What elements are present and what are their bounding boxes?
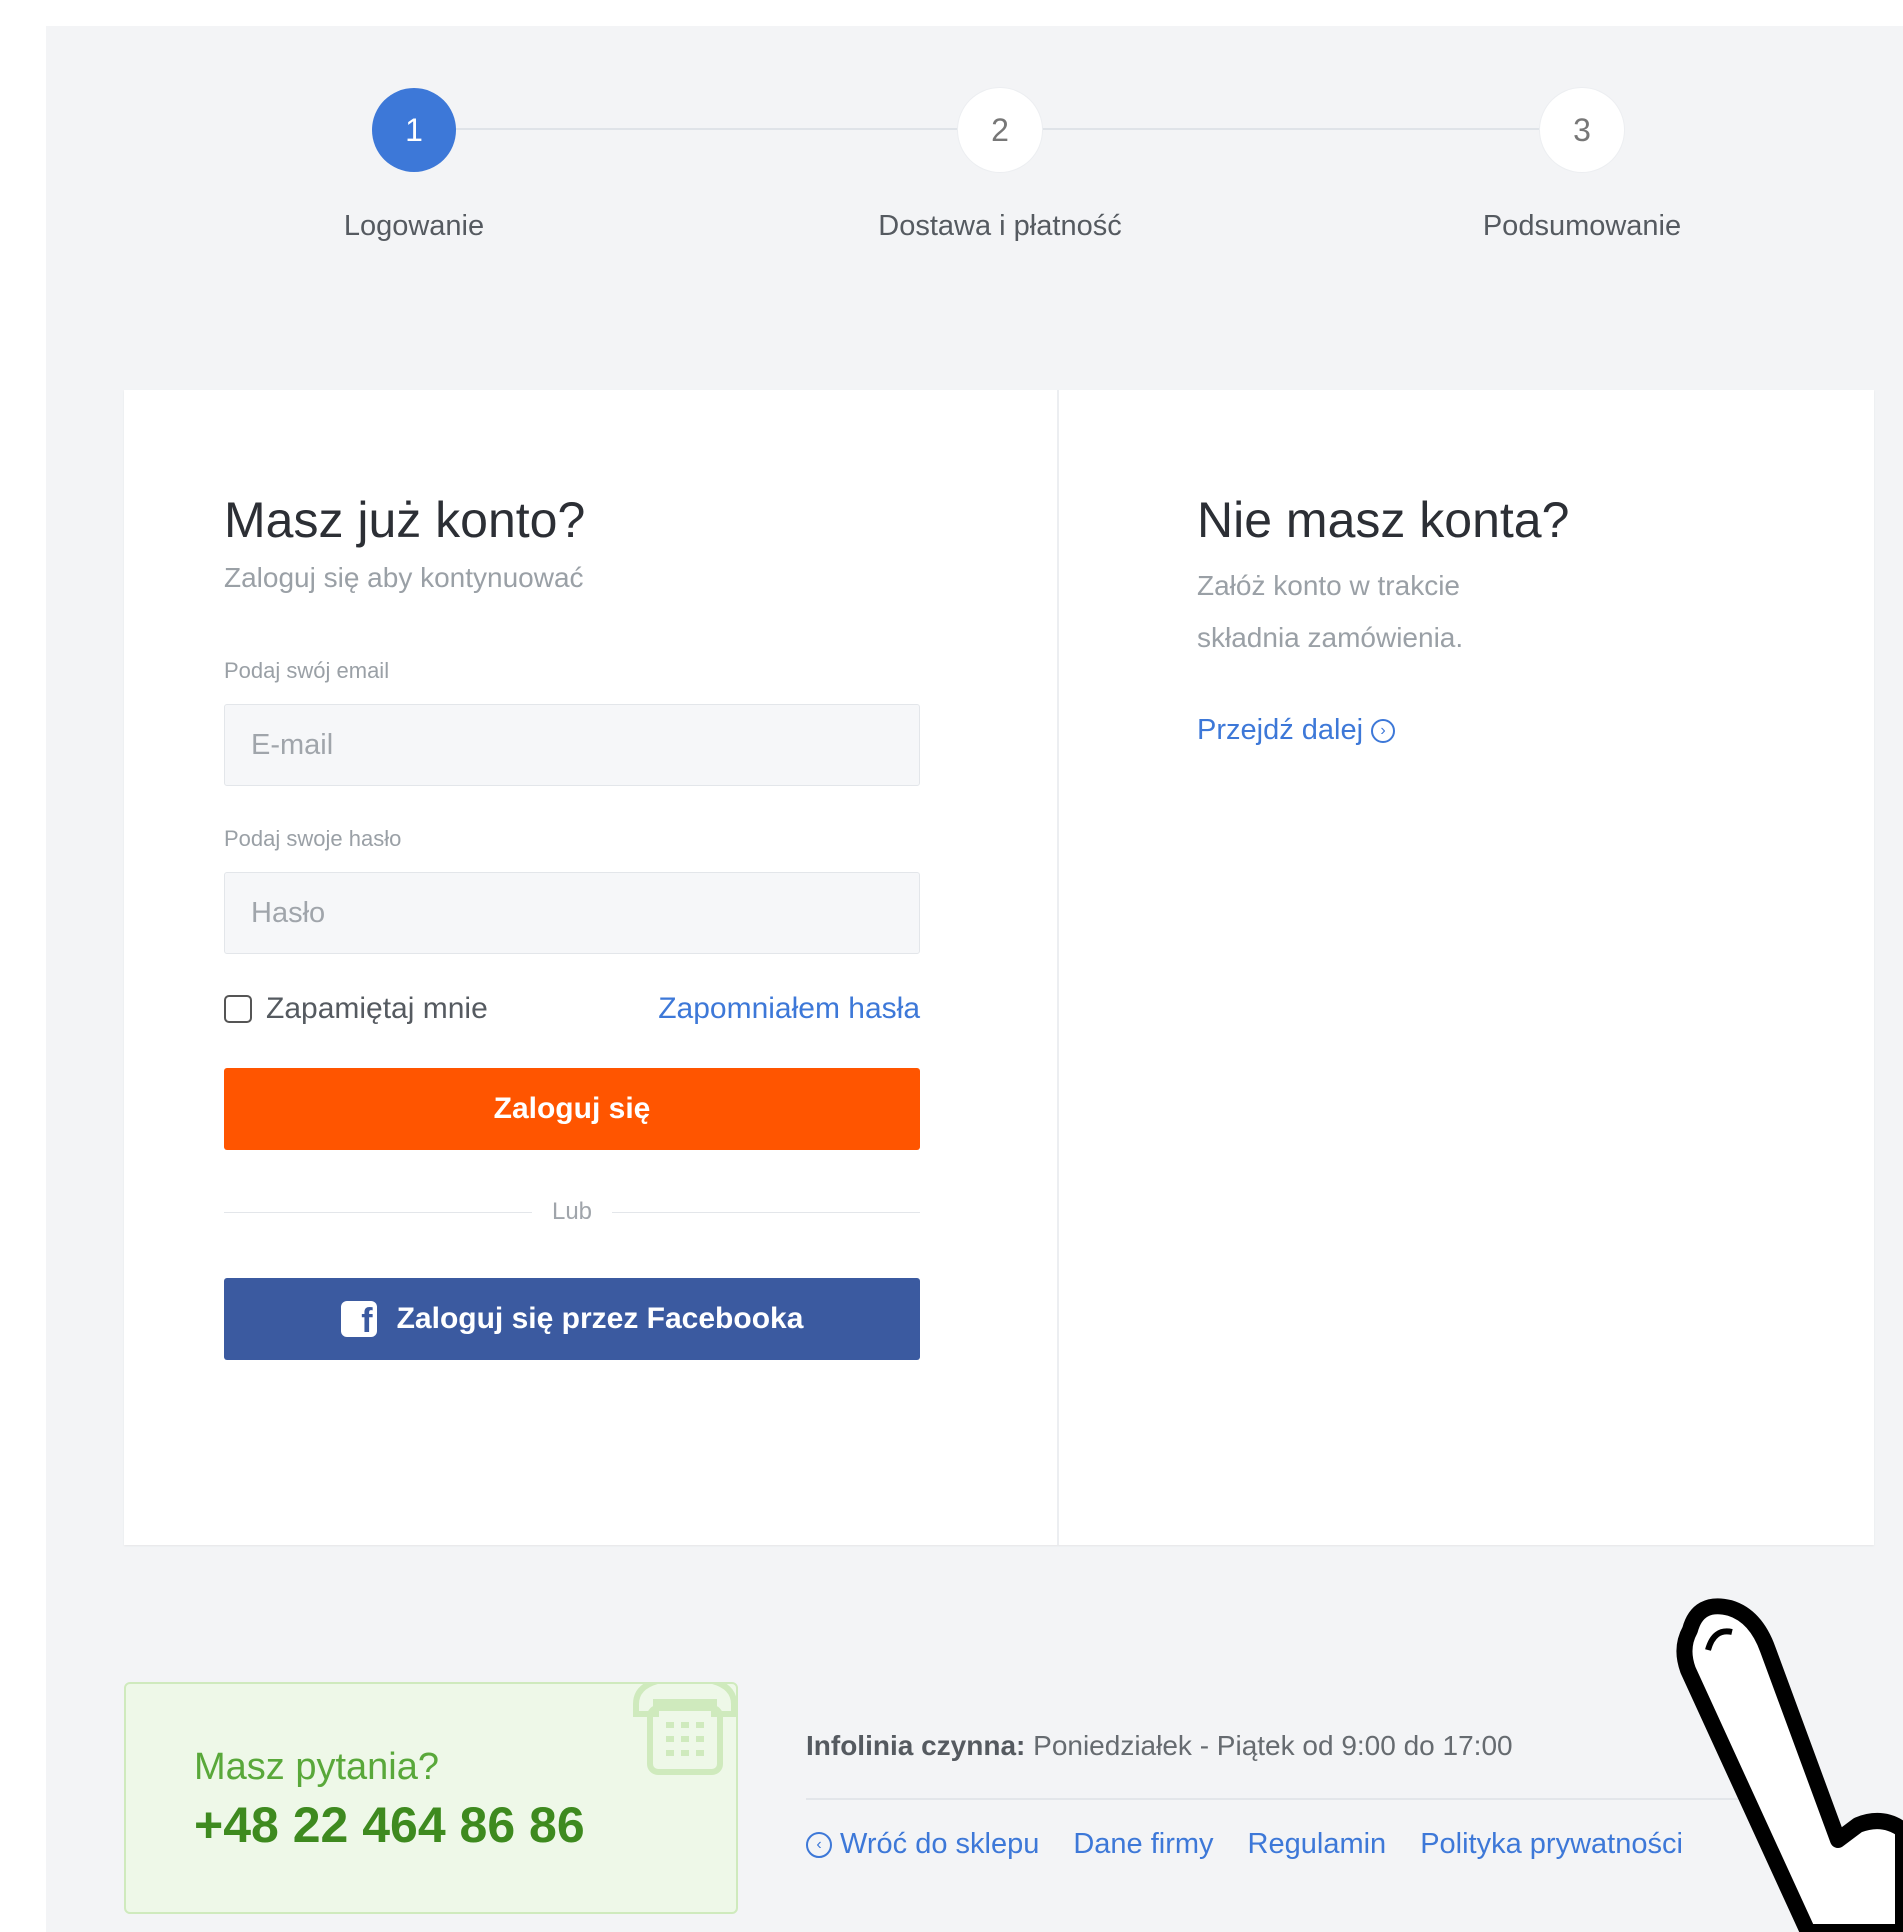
or-separator: Lub (224, 1198, 921, 1226)
arrow-right-circle-icon: › (1371, 718, 1396, 743)
phone-icon (633, 1684, 736, 1775)
or-label: Lub (551, 1198, 593, 1225)
or-line-right (612, 1211, 921, 1213)
infoline-label: Infolinia czynna: (806, 1730, 1026, 1761)
continue-label: Przejdź dalej (1197, 714, 1364, 746)
register-section: Nie masz konta? Załóż konto w trakcie sk… (1197, 490, 1797, 747)
footer-divider (806, 1798, 1766, 1800)
infoline: Infolinia czynna: Poniedziałek - Piątek … (806, 1730, 1513, 1762)
card-divider (1057, 390, 1059, 1545)
privacy-policy-link[interactable]: Polityka prywatności (1420, 1828, 1683, 1861)
email-label: Podaj swój email (224, 658, 390, 683)
hand-cursor-icon (1676, 1598, 1903, 1932)
step-connector (456, 128, 960, 130)
checkout-card: Masz już konto? Zaloguj się aby kontynuo… (124, 390, 1874, 1545)
help-box: Masz pytania? +48 22 464 86 86 (124, 1682, 738, 1914)
back-to-shop-link[interactable]: ‹ Wróć do sklepu (806, 1828, 1039, 1861)
step-1-label: Logowanie (343, 210, 485, 242)
step-2-label: Dostawa i płatność (878, 210, 1122, 242)
or-line-left (224, 1211, 532, 1213)
step-2-circle[interactable]: 2 (958, 88, 1042, 172)
help-phone-number[interactable]: +48 22 464 86 86 (194, 1796, 585, 1854)
facebook-icon: f (340, 1301, 377, 1337)
register-title: Nie masz konta? (1197, 492, 1570, 548)
checkout-stepper: 1 Logowanie 2 Dostawa i płatność 3 Podsu… (0, 0, 1903, 300)
register-subtitle: Załóż konto w trakcie składnia zamówieni… (1197, 570, 1464, 653)
terms-link[interactable]: Regulamin (1248, 1828, 1387, 1861)
step-connector (1042, 128, 1546, 130)
arrow-left-circle-icon: ‹ (806, 1831, 832, 1858)
help-question: Masz pytania? (194, 1746, 440, 1788)
company-data-link[interactable]: Dane firmy (1073, 1828, 1213, 1861)
login-section: Masz już konto? Zaloguj się aby kontynuo… (224, 490, 921, 1360)
login-button[interactable]: Zaloguj się (224, 1068, 920, 1150)
remember-label: Zapamiętaj mnie (266, 992, 488, 1025)
forgot-password-link[interactable]: Zapomniałem hasła (658, 992, 920, 1026)
step-3-label: Podsumowanie (1482, 210, 1682, 242)
password-label: Podaj swoje hasło (224, 826, 402, 851)
remember-me[interactable]: Zapamiętaj mnie (224, 992, 488, 1026)
footer-links: ‹ Wróć do sklepu Dane firmy Regulamin Po… (806, 1828, 1717, 1861)
facebook-button-label: Zaloguj się przez Facebooka (396, 1302, 804, 1335)
continue-link[interactable]: Przejdź dalej › (1197, 714, 1396, 747)
password-input[interactable] (224, 872, 920, 954)
login-subtitle: Zaloguj się aby kontynuować (224, 562, 584, 593)
login-title: Masz już konto? (224, 492, 586, 548)
remember-checkbox[interactable] (224, 995, 252, 1023)
remember-row: Zapamiętaj mnie Zapomniałem hasła (224, 992, 920, 1026)
email-input[interactable] (224, 704, 920, 786)
facebook-login-button[interactable]: f Zaloguj się przez Facebooka (224, 1278, 920, 1360)
step-1-circle[interactable]: 1 (372, 88, 456, 172)
step-3-circle[interactable]: 3 (1540, 88, 1624, 172)
infoline-hours: Poniedziałek - Piątek od 9:00 do 17:00 (1033, 1730, 1513, 1761)
back-to-shop-label: Wróć do sklepu (840, 1828, 1040, 1860)
